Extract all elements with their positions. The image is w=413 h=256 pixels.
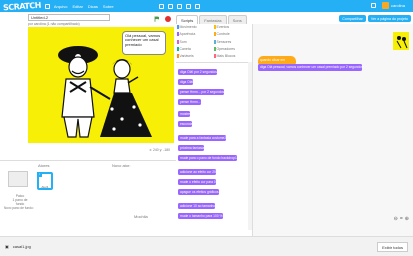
current-sprite-preview [393,32,409,50]
menu-bar: SCRATCH Arquivo Editar Dicas Sobre carol… [0,0,413,12]
download-bar: Mochila ▣ casal1.jpg Exibir todos [0,214,413,256]
tab-scripts[interactable]: Scripts [176,15,199,24]
grow-icon[interactable] [176,3,182,9]
stage-thumbnail[interactable] [8,171,28,187]
category-sensing[interactable]: Sensores [214,39,249,44]
block-palette: diga Olá! por 2 segundos diga Olá! pense… [176,62,248,230]
zoom-reset-icon[interactable]: = [400,216,403,222]
show-all-button[interactable]: Exibir todos [377,242,408,252]
stage[interactable]: Olá pessoal, vamos conhecer um casal pre… [28,27,174,143]
tab-costumes[interactable]: Fantasias [199,15,227,24]
block-say-for-secs[interactable]: diga Olá! por 2 segundos [178,69,217,75]
block-switch-costume[interactable]: mude para a fantasia costume2 [178,135,227,141]
globe-icon[interactable] [44,3,50,9]
username[interactable]: carolina [391,3,405,8]
menu-tips[interactable]: Dicas [88,4,98,9]
block-set-effect[interactable]: mude o efeito cor para 0 [178,179,216,185]
block-show[interactable]: mostre [178,111,191,117]
project-title-input[interactable]: Untitled-2 [28,14,110,21]
tab-sounds[interactable]: Sons [227,15,247,24]
download-filename[interactable]: casal1.jpg [13,244,31,249]
say-for-secs-block[interactable]: diga Olá pessoal, vamos conhecer um casa… [258,64,363,71]
when-flag-clicked-block[interactable]: quando clicar em [258,56,296,64]
help-icon[interactable] [194,3,200,9]
avatar [381,2,389,9]
zoom-controls: ⊖ = ⊕ [394,216,409,222]
zoom-out-icon[interactable]: ⊖ [394,216,398,222]
speech-bubble: Olá pessoal, vamos conhecer um casal pre… [122,31,166,55]
scripts-area[interactable]: quando clicar em diga Olá pessoal, vamos… [252,24,413,236]
green-flag-icon[interactable] [154,16,160,22]
block-change-size[interactable]: adicione 10 ao tamanho [178,203,216,209]
category-events[interactable]: Eventos [214,25,249,30]
folder-icon[interactable] [370,3,376,8]
sprite-preview-icon [393,32,409,50]
sprite-thumbnail[interactable]: i Ator1 [37,172,53,190]
menu-file[interactable]: Arquivo [54,4,68,9]
block-say[interactable]: diga Olá! [178,79,194,85]
zoom-in-icon[interactable]: ⊕ [405,216,409,222]
stage-label: Palco 1 pano de fundo [12,194,28,206]
new-sprite-toolbar[interactable]: Novo ator: [112,163,130,168]
category-sound[interactable]: Som [177,39,212,44]
menu-edit[interactable]: Editar [72,4,82,9]
file-icon: ▣ [5,244,9,249]
category-more-blocks[interactable]: Mais Blocos [214,54,249,59]
cut-icon[interactable] [167,3,173,9]
info-icon[interactable]: i [37,172,42,177]
scratch-logo[interactable]: SCRATCH [3,0,41,12]
duplicate-icon[interactable] [158,3,164,9]
sprites-header: Atores [38,163,50,168]
block-next-costume[interactable]: próxima fantasia [178,145,205,151]
category-pen[interactable]: Caneta [177,47,212,52]
category-looks[interactable]: Aparência [177,32,212,37]
sprite-name: Ator1 [41,185,49,189]
share-button[interactable]: Compartilhar [339,15,366,22]
block-think-for-secs[interactable]: pense Hmm... por 2 segundos [178,89,225,95]
block-categories: Movimento Eventos Aparência Controle Som… [177,25,249,61]
sprites-panel: Atores Novo ator: Palco 1 pano de fundo … [0,160,176,236]
new-backdrop-label[interactable]: Novo pano de fundo: [4,206,34,210]
user-menu[interactable]: carolina [370,2,410,9]
project-author: por carolina (1 não compartilhado) [28,22,80,26]
block-switch-backdrop[interactable]: mude para o pano de fundo backdrop1 [178,155,237,161]
stop-icon[interactable] [165,16,171,22]
see-project-page-button[interactable]: Ver a página do projeto [367,15,411,22]
download-item[interactable]: ▣ casal1.jpg [5,244,31,249]
category-operators[interactable]: Operadores [214,47,249,52]
block-clear-effects[interactable]: apague os efeitos gráficos [178,189,219,195]
block-think[interactable]: pense Hmm... [178,99,201,105]
block-change-effect[interactable]: adicione ao efeito cor 25 [178,169,216,175]
backpack-label[interactable]: Mochila [134,214,148,219]
block-set-size[interactable]: mude o tamanho para 100 % [178,213,223,219]
editor-tabs: Scripts Fantasias Sons [176,15,248,24]
stage-coordinates: x: 240 y: -180 [149,148,170,152]
menu-about[interactable]: Sobre [103,4,114,9]
category-motion[interactable]: Movimento [177,25,212,30]
category-variables[interactable]: Variáveis [177,54,212,59]
category-control[interactable]: Controle [214,32,249,37]
block-hide[interactable]: esconda [178,121,193,127]
share-bar: Compartilhar Ver a página do projeto [339,15,411,22]
shrink-icon[interactable] [185,3,191,9]
